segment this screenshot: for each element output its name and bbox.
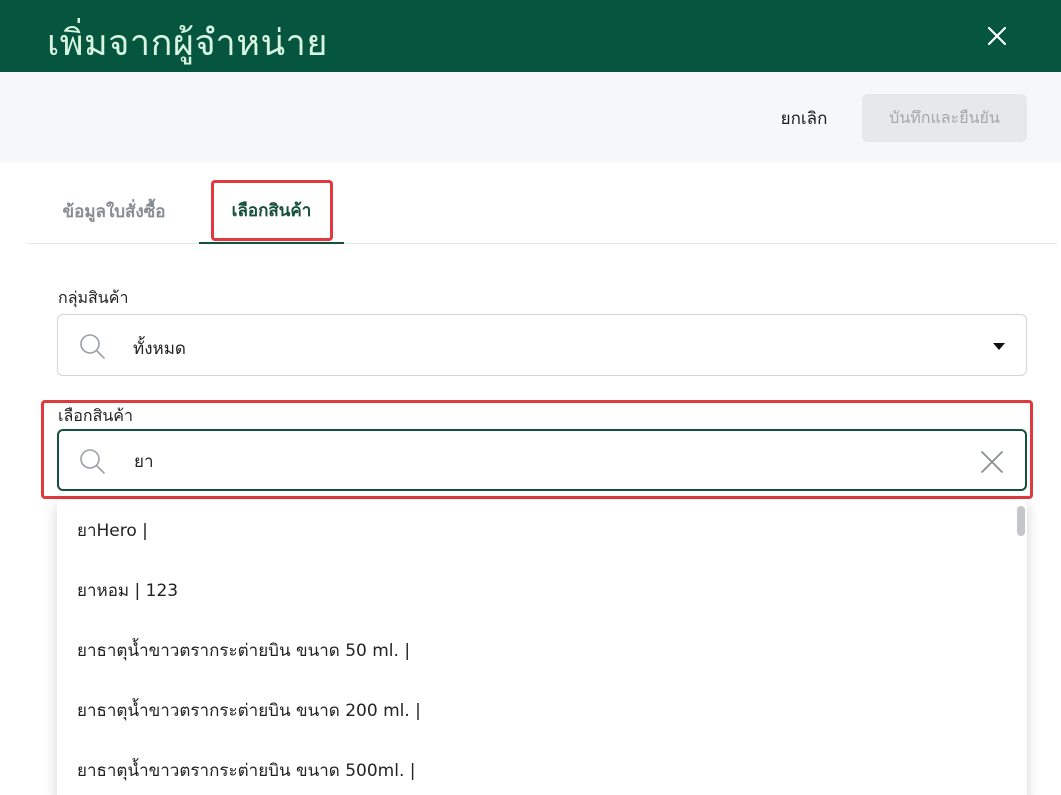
product-search-input[interactable] [134, 447, 954, 475]
dialog-title: เพิ่มจากผู้จำหน่าย [47, 23, 328, 64]
result-item[interactable]: ยาHero | [57, 500, 1012, 560]
close-icon[interactable] [983, 22, 1011, 50]
clear-icon[interactable] [979, 449, 1005, 475]
cancel-button[interactable]: ยกเลิก [764, 94, 844, 142]
product-search-label: เลือกสินค้า [58, 406, 133, 425]
caret-down-icon [993, 343, 1005, 350]
search-results-dropdown: ยาHero | ยาหอม | 123 ยาธาตุน้ำขาวตรากระต… [57, 500, 1027, 795]
result-item[interactable]: ยาธาตุน้ำขาวตรากระต่ายบิน ขนาด 500ml. | [57, 740, 1012, 795]
result-item[interactable]: ยาหอม | 123 [57, 560, 1012, 620]
result-item[interactable]: ยาธาตุน้ำขาวตรากระต่ายบิน ขนาด 200 ml. | [57, 680, 1012, 740]
scrollbar-thumb[interactable] [1017, 506, 1025, 536]
result-item[interactable]: ยาธาตุน้ำขาวตรากระต่ายบิน ขนาด 50 ml. | [57, 620, 1012, 680]
product-group-select[interactable]: ทั้งหมด [57, 314, 1027, 376]
tab-bar: ข้อมูลใบสั่งซื้อ เลือกสินค้า [27, 178, 1057, 244]
search-icon [80, 449, 105, 474]
search-icon [80, 334, 105, 359]
tab-order-info[interactable]: ข้อมูลใบสั่งซื้อ [49, 178, 179, 244]
dialog-header: เพิ่มจากผู้จำหน่าย [0, 0, 1061, 72]
save-confirm-button[interactable]: บันทึกและยืนยัน [862, 94, 1027, 142]
product-group-value: ทั้งหมด [133, 339, 186, 359]
product-group-label: กลุ่มสินค้า [58, 288, 129, 307]
product-search-field[interactable] [57, 429, 1027, 491]
tab-select-product[interactable]: เลือกสินค้า [199, 178, 344, 244]
